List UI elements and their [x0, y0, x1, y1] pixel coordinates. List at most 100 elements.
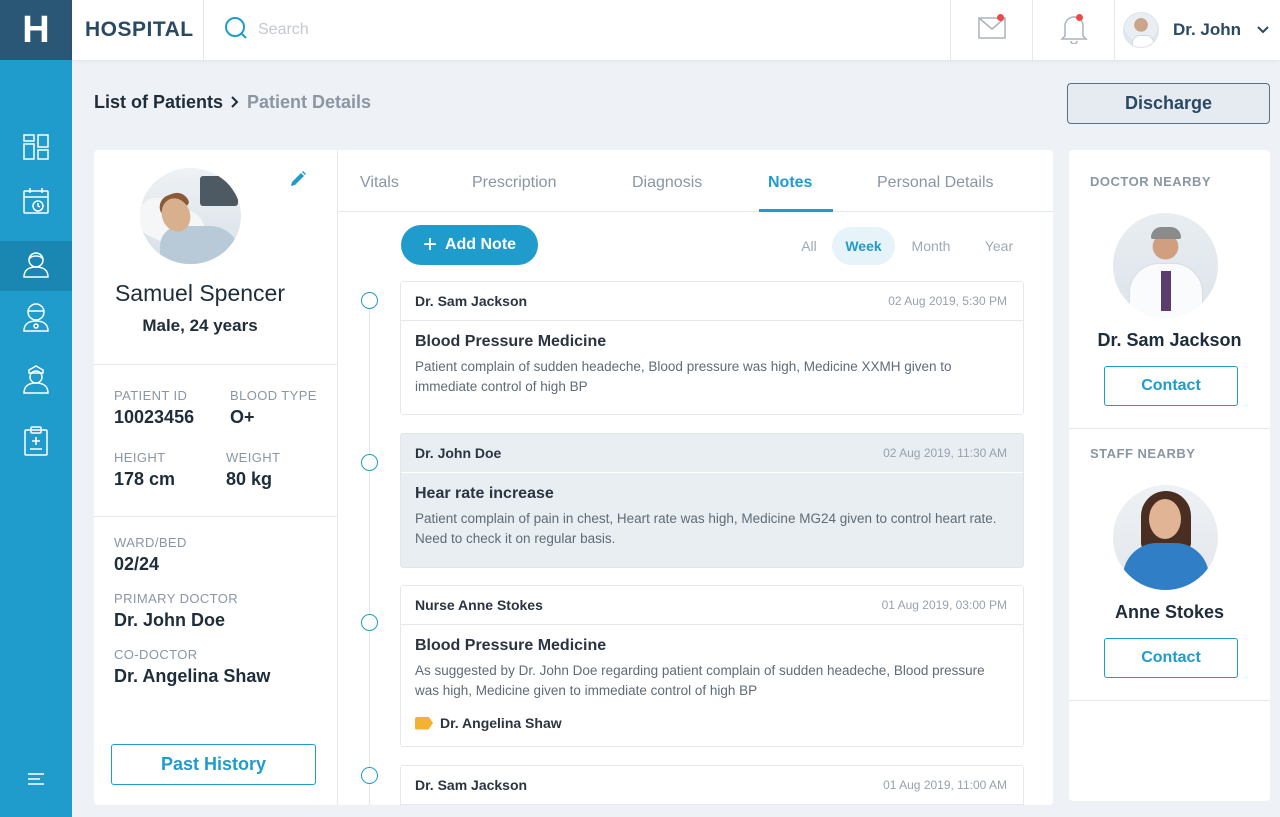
filter-all[interactable]: All — [791, 227, 827, 265]
add-note-button[interactable]: + Add Note — [401, 225, 538, 265]
patient-card: Samuel Spencer Male, 24 years PATIENT ID… — [94, 150, 1053, 805]
primary-doctor-field: PRIMARY DOCTOR Dr. John Doe — [114, 591, 238, 631]
note-tag[interactable]: Dr. Angelina Shaw — [415, 715, 1009, 731]
timeline-dot — [361, 614, 378, 631]
ward-field: WARD/BED 02/24 — [114, 535, 187, 575]
note-author: Dr. John Doe — [415, 445, 502, 461]
tab-prescription[interactable]: Prescription — [472, 174, 556, 192]
doctor-icon — [22, 302, 50, 337]
doctor-nearby-name: Dr. Sam Jackson — [1097, 330, 1242, 350]
filter-year[interactable]: Year — [971, 227, 1027, 265]
filter-month[interactable]: Month — [900, 227, 962, 265]
nav-dashboard[interactable] — [0, 124, 72, 174]
mail-button[interactable] — [950, 0, 1032, 60]
timeline-dot — [361, 767, 378, 784]
timeline-line — [369, 308, 370, 805]
ward-label: WARD/BED — [114, 535, 187, 550]
divider — [94, 364, 338, 365]
bell-icon — [1059, 12, 1089, 49]
timeline-dot — [361, 292, 378, 309]
top-bar: HOSPITAL Dr. John — [72, 0, 1280, 60]
height-label: HEIGHT — [114, 450, 166, 465]
note-text: Patient complain of sudden headeche, Blo… — [415, 359, 952, 394]
edit-icon[interactable] — [289, 170, 307, 193]
note-date: 02 Aug 2019, 5:30 PM — [888, 294, 1007, 308]
chevron-right-icon — [231, 92, 239, 113]
tag-icon — [415, 716, 433, 730]
note-card[interactable]: Dr. John Doe 02 Aug 2019, 11:30 AM Hear … — [400, 433, 1024, 568]
search-input[interactable] — [258, 21, 658, 39]
patient-summary: Male, 24 years — [142, 316, 258, 335]
clipboard-icon — [24, 425, 48, 461]
filter-week[interactable]: Week — [832, 227, 895, 265]
brand-name: HOSPITAL — [72, 0, 204, 60]
bell-notification-dot — [1076, 14, 1083, 21]
dashboard-icon — [23, 133, 49, 165]
ward-value: 02/24 — [114, 554, 160, 574]
doctor-photo — [1113, 213, 1218, 318]
staff-photo — [1113, 485, 1218, 590]
tab-diagnosis[interactable]: Diagnosis — [632, 174, 702, 192]
note-tag-label: Dr. Angelina Shaw — [440, 715, 562, 731]
nav-doctors[interactable] — [0, 294, 72, 344]
past-history-button[interactable]: Past History — [111, 744, 316, 785]
nav-appointments[interactable] — [0, 178, 72, 228]
menu-icon — [27, 772, 45, 791]
discharge-button[interactable]: Discharge — [1067, 83, 1270, 124]
nav-records[interactable] — [0, 418, 72, 468]
weight-value: 80 kg — [226, 469, 273, 489]
note-card[interactable]: Dr. Sam Jackson 01 Aug 2019, 11:00 AM — [400, 765, 1024, 805]
divider — [1069, 700, 1270, 701]
co-doctor-label: CO-DOCTOR — [114, 647, 198, 662]
blood-type-field: BLOOD TYPE O+ — [230, 388, 317, 428]
patient-id-label: PATIENT ID — [114, 388, 188, 403]
nav-patients[interactable] — [0, 241, 72, 291]
add-note-label: Add Note — [444, 236, 517, 253]
mail-notification-dot — [997, 14, 1004, 21]
user-avatar — [1123, 12, 1159, 48]
search-bar — [204, 0, 950, 60]
blood-type-value: O+ — [230, 407, 255, 427]
note-date: 01 Aug 2019, 11:00 AM — [883, 778, 1007, 792]
patient-name: Samuel Spencer — [114, 280, 286, 306]
contact-staff-button[interactable]: Contact — [1104, 638, 1238, 678]
note-title: Blood Pressure Medicine — [415, 333, 607, 350]
timeline-dot — [361, 454, 378, 471]
sidebar — [0, 60, 72, 817]
tab-personal-details[interactable]: Personal Details — [877, 174, 994, 192]
note-date: 02 Aug 2019, 11:30 AM — [883, 446, 1007, 460]
contact-doctor-button[interactable]: Contact — [1104, 366, 1238, 406]
nav-menu[interactable] — [0, 756, 72, 806]
nav-nurses[interactable] — [0, 356, 72, 406]
blood-type-label: BLOOD TYPE — [230, 388, 317, 403]
note-title: Blood Pressure Medicine — [415, 637, 607, 654]
patient-id-value: 10023456 — [114, 407, 195, 427]
note-text: As suggested by Dr. John Doe regarding p… — [415, 663, 985, 698]
divider — [94, 516, 338, 517]
logo-letter: H — [22, 8, 50, 51]
user-menu[interactable]: Dr. John — [1114, 0, 1280, 60]
breadcrumb: List of Patients Patient Details — [94, 92, 371, 113]
active-tab-indicator — [759, 209, 833, 212]
staff-nearby-label: STAFF NEARBY — [1090, 446, 1196, 461]
notifications-button[interactable] — [1032, 0, 1114, 60]
note-date: 01 Aug 2019, 03:00 PM — [881, 598, 1007, 612]
height-field: HEIGHT 178 cm — [114, 450, 175, 490]
note-author: Dr. Sam Jackson — [415, 293, 528, 309]
tab-notes[interactable]: Notes — [768, 174, 812, 192]
tab-bar: Vitals Prescription Diagnosis Notes Pers… — [338, 150, 1053, 212]
patient-id-field: PATIENT ID 10023456 — [114, 388, 194, 428]
weight-label: WEIGHT — [226, 450, 281, 465]
breadcrumb-root[interactable]: List of Patients — [94, 92, 223, 113]
plus-icon: + — [422, 231, 437, 258]
weight-field: WEIGHT 80 kg — [226, 450, 280, 490]
doctor-nearby-label: DOCTOR NEARBY — [1090, 174, 1212, 189]
primary-doctor-label: PRIMARY DOCTOR — [114, 591, 239, 606]
note-card[interactable]: Dr. Sam Jackson 02 Aug 2019, 5:30 PM Blo… — [400, 281, 1024, 415]
app-logo[interactable]: H — [0, 0, 72, 60]
tab-vitals[interactable]: Vitals — [360, 174, 399, 192]
search-icon[interactable] — [224, 16, 248, 45]
note-card[interactable]: Nurse Anne Stokes 01 Aug 2019, 03:00 PM … — [400, 585, 1024, 747]
co-doctor-field: CO-DOCTOR Dr. Angelina Shaw — [114, 647, 270, 687]
patient-photo — [140, 168, 241, 264]
